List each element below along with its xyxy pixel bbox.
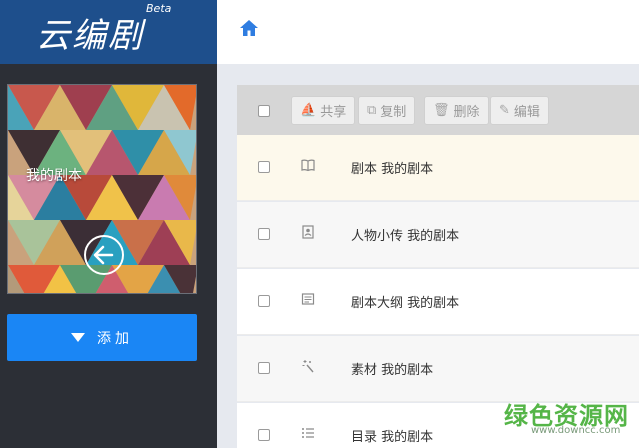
list-icon (301, 426, 315, 444)
outline-icon (301, 292, 315, 310)
add-button-label: 添加 (97, 330, 133, 347)
list-item[interactable]: 剧本大纲 我的剧本 (237, 269, 639, 335)
contact-card-icon (301, 225, 315, 243)
brand-header: 云编剧 Beta (0, 0, 217, 64)
home-icon[interactable] (239, 18, 259, 38)
row-checkbox[interactable] (258, 429, 270, 441)
copy-button[interactable]: ⧉ 复制 (358, 96, 416, 125)
beta-badge: Beta (146, 2, 172, 15)
pencil-icon: ✎ (499, 103, 510, 118)
row-checkbox[interactable] (258, 228, 270, 240)
share-button[interactable]: ⛵ 共享 (291, 96, 356, 125)
magic-wand-icon (301, 359, 315, 377)
app-logo[interactable]: 云编剧 (36, 8, 144, 57)
sidebar: 云编剧 Beta 我的剧本 添加 (0, 0, 217, 448)
delete-button[interactable]: 🗑 删除 (424, 96, 489, 125)
cover-title: 我的剧本 (26, 168, 82, 184)
top-bar (217, 0, 639, 64)
row-name[interactable]: 剧本 我的剧本 (351, 158, 433, 177)
copy-button-label: 复制 (380, 105, 407, 120)
share-icon: ⛵ (300, 103, 317, 118)
watermark-url: www.downcc.com (531, 425, 621, 436)
script-cover[interactable]: 我的剧本 (7, 84, 197, 294)
action-toolbar: ⛵ 共享 ⧉ 复制 🗑 删除 ✎ 编辑 (237, 85, 639, 135)
row-name[interactable]: 目录 我的剧本 (351, 426, 433, 445)
add-button[interactable]: 添加 (7, 314, 197, 361)
row-name[interactable]: 素材 我的剧本 (351, 359, 433, 378)
edit-button[interactable]: ✎ 编辑 (490, 96, 549, 125)
list-item[interactable]: 人物小传 我的剧本 (237, 202, 639, 268)
row-checkbox[interactable] (258, 161, 270, 173)
row-checkbox[interactable] (258, 362, 270, 374)
book-icon (301, 158, 315, 176)
list-item[interactable]: 剧本 我的剧本 (237, 135, 639, 201)
copy-icon: ⧉ (367, 103, 377, 118)
row-name[interactable]: 人物小传 我的剧本 (351, 225, 459, 244)
row-checkbox[interactable] (258, 295, 270, 307)
share-button-label: 共享 (320, 105, 347, 120)
delete-button-label: 删除 (453, 105, 480, 120)
edit-button-label: 编辑 (513, 105, 540, 120)
trash-icon: 🗑 (433, 103, 450, 118)
back-arrow-icon[interactable] (84, 235, 124, 275)
caret-down-icon (71, 333, 85, 342)
list-item[interactable]: 素材 我的剧本 (237, 336, 639, 402)
row-name[interactable]: 剧本大纲 我的剧本 (351, 292, 459, 311)
select-all-checkbox[interactable] (258, 105, 270, 117)
